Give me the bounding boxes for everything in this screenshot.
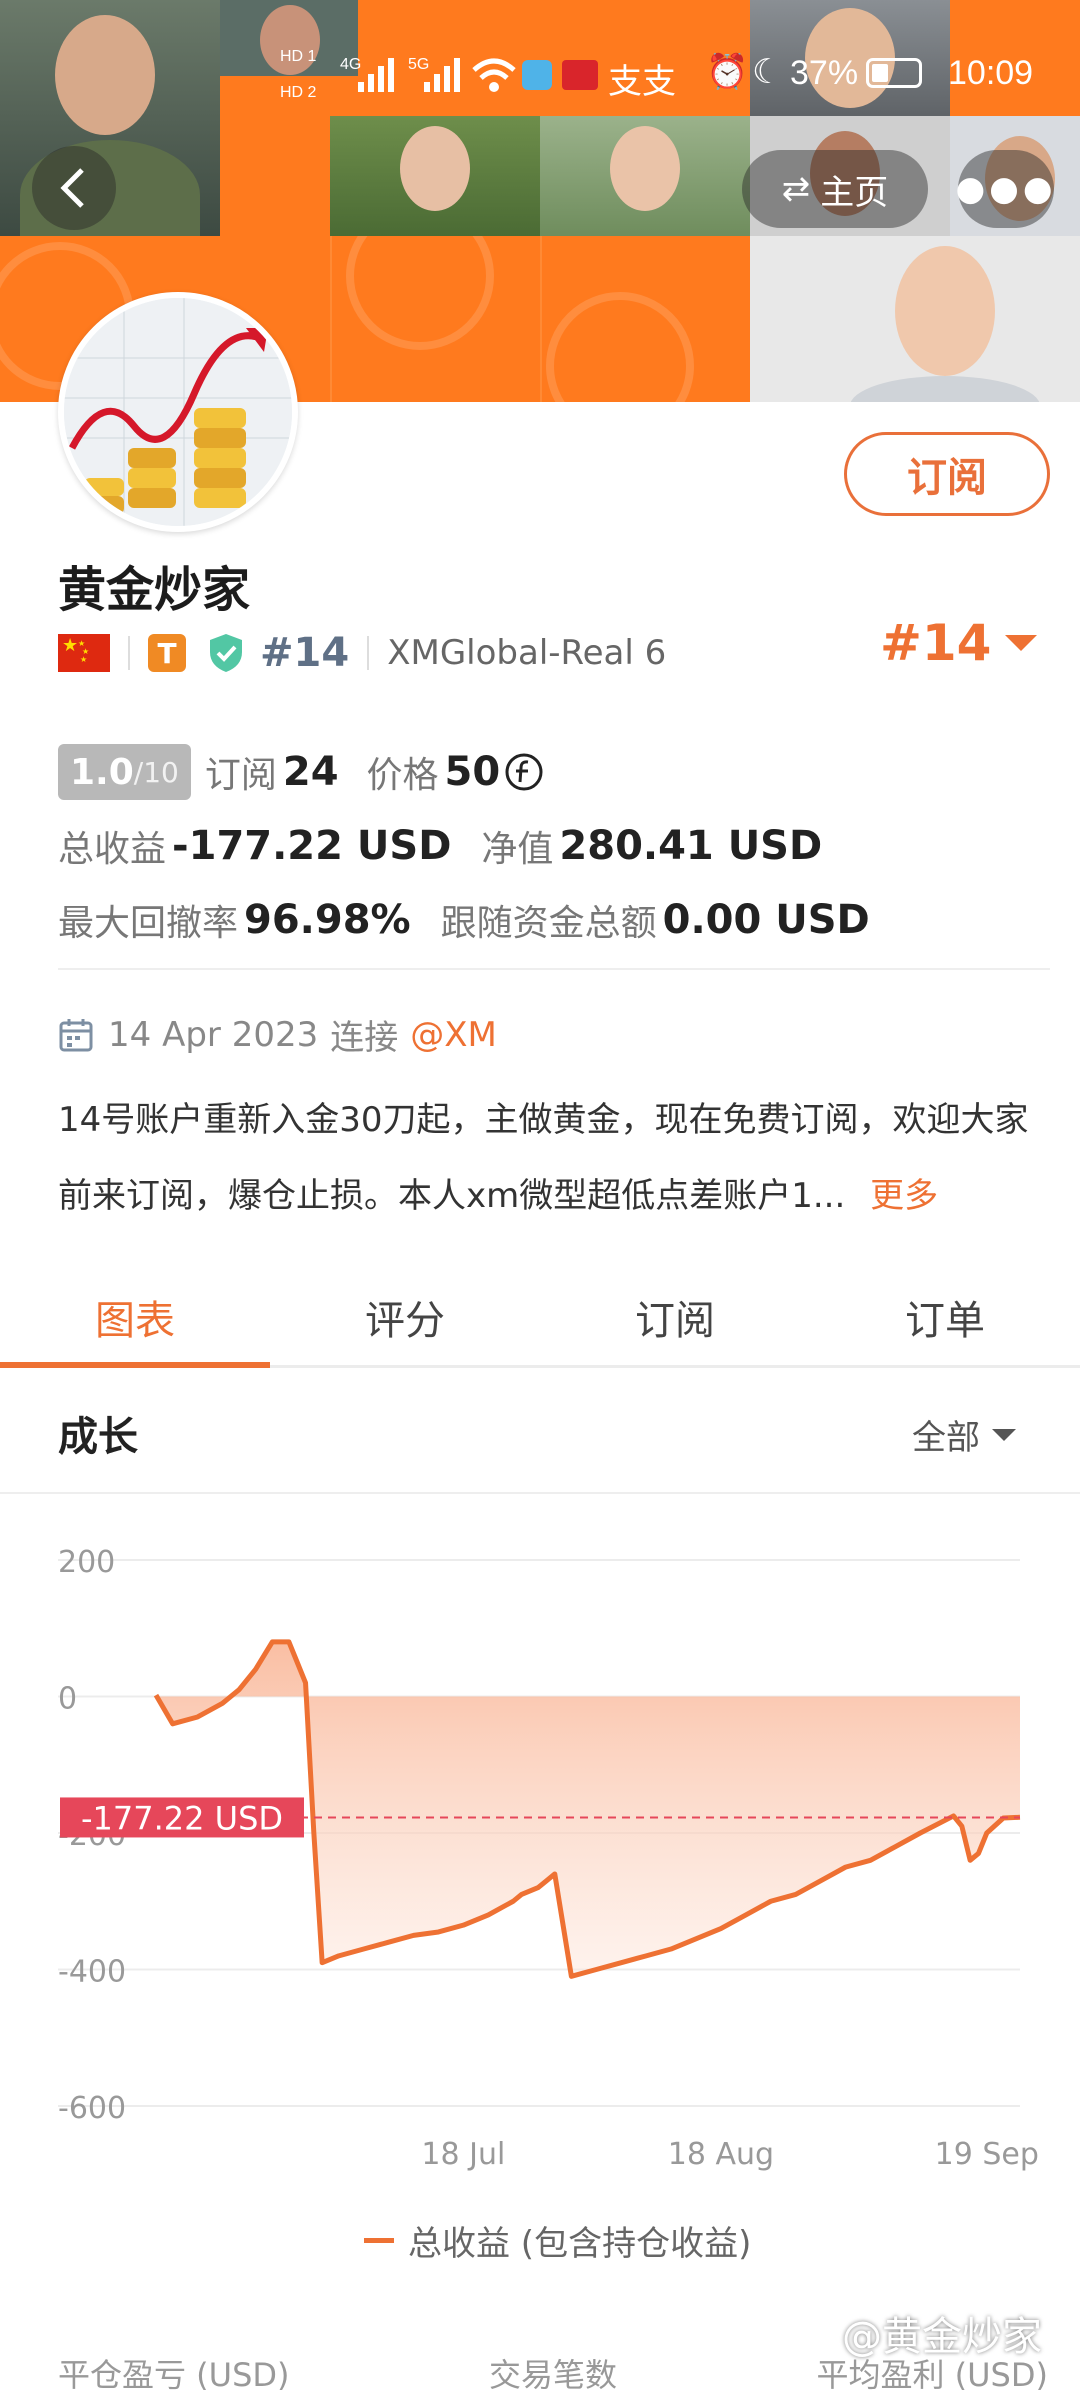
x-tick-label: 18 Jul [421, 2137, 505, 2172]
growth-chart: 2000-200-400-600 18 Jul18 Aug19 Sep -177… [58, 1545, 1039, 2172]
tab-subscriptions[interactable]: 订阅 [540, 1268, 810, 1365]
back-button[interactable] [32, 146, 116, 230]
shield-check-icon [210, 634, 242, 672]
stats-line-1: 1.0 /10 订阅 24 价格 50 [58, 744, 544, 800]
signal-name: 黄金炒家 [58, 562, 251, 618]
divider [367, 636, 370, 670]
more-dots-icon: ●●● [955, 169, 1057, 209]
sim1-label: HD 1 [280, 48, 317, 65]
divider [58, 968, 1050, 970]
total-profit-label: 总收益 [58, 829, 167, 870]
signal-icon [424, 58, 460, 92]
app-notification-icon: ⽀⽀ [608, 63, 676, 101]
battery-icon [866, 58, 922, 88]
china-flag-icon: ★ ★ ★ ★ [58, 634, 110, 672]
tab-rating[interactable]: 评分 [270, 1268, 540, 1365]
stats-line-2: 总收益 -177.22 USD 净值 280.41 USD [58, 820, 822, 872]
follow-funds-value: 0.00 USD [662, 897, 870, 943]
banner-photo [750, 236, 1080, 402]
caret-down-icon [1005, 635, 1038, 651]
tag-row: ★ ★ ★ ★ T #14 XMGlobal-Real 6 [58, 628, 666, 678]
summary-header: 平仓盈亏 (USD) [58, 2356, 290, 2394]
gold-chart-avatar-image [64, 298, 292, 526]
battery-percentage: 37% [790, 54, 859, 92]
score-badge: 1.0 /10 [58, 744, 191, 800]
avatar [58, 292, 298, 532]
range-value: 全部 [912, 1418, 980, 1458]
trader-badge: T [148, 634, 186, 672]
sim2-label: HD 2 [280, 84, 317, 101]
rank-value: #14 [880, 614, 992, 672]
legend-swatch [364, 2238, 394, 2243]
broker-link[interactable]: @XM [410, 1015, 497, 1055]
coin-icon [505, 753, 543, 791]
wifi-icon [472, 58, 516, 92]
y-tick-label: -600 [58, 2091, 126, 2126]
section-title: 成长 [58, 1414, 138, 1460]
score-value: 1.0 [70, 751, 134, 793]
score-max: /10 [133, 755, 179, 789]
equity-label: 净值 [481, 829, 554, 870]
chart-legend: 总收益 (包含持仓收益) [364, 2216, 751, 2265]
home-page-button[interactable]: ⇄ 主页 [742, 150, 928, 228]
tab-orders[interactable]: 订单 [810, 1268, 1080, 1365]
tab-chart[interactable]: 图表 [0, 1268, 270, 1368]
equity-value: 280.41 USD [559, 823, 823, 869]
subscriptions-value: 24 [282, 749, 339, 795]
moon-icon: ☾ [752, 53, 783, 91]
summary-headers: 平仓盈亏 (USD) 交易笔数 平均盈利 (USD) [58, 2350, 1048, 2396]
alarm-icon: ⏰ [706, 53, 749, 91]
status-bar: HD 1 HD 2 4G 5G ⽀⽀ ⏰ ☾ 37% 10:09 [0, 0, 1080, 150]
y-tick-label: -400 [58, 1955, 126, 1990]
x-tick-label: 19 Sep [935, 2137, 1039, 2172]
follow-funds-label: 跟随资金总额 [440, 903, 657, 944]
clock: 10:09 [948, 54, 1034, 92]
more-link[interactable]: 更多 [870, 1176, 938, 1216]
calendar-icon [59, 1018, 93, 1051]
rank-dropdown[interactable]: #14 [880, 614, 1039, 672]
connection-date: 14 Apr 2023 [108, 1014, 319, 1055]
caret-down-icon [992, 1428, 1016, 1441]
total-profit-value: -177.22 USD [172, 823, 452, 869]
subscriptions-label: 订阅 [204, 755, 277, 796]
connection-row: 14 Apr 2023 连接 @XM [58, 1010, 497, 1059]
tab-bar: 图表 评分 订阅 订单 [0, 1268, 1080, 1368]
summary-header: 平均盈利 (USD) [816, 2356, 1048, 2394]
chevron-left-icon [60, 168, 84, 208]
stats-line-3: 最大回撤率 96.98% 跟随资金总额 0.00 USD [58, 894, 870, 946]
x-tick-label: 18 Aug [668, 2137, 774, 2172]
app-notification-icon [522, 60, 552, 90]
rank-label: #14 [260, 630, 350, 676]
subscribe-button[interactable]: 订阅 [844, 432, 1050, 516]
description: 14号账户重新入金30刀起，主做黄金，现在免费订阅，欢迎大家前来订阅，爆仓止损。… [58, 1082, 1048, 1234]
signal-icon [358, 58, 394, 92]
account-server: XMGlobal-Real 6 [387, 633, 667, 673]
y-tick-label: 0 [58, 1682, 77, 1717]
max-drawdown-value: 96.98% [244, 897, 411, 943]
legend-label: 总收益 (包含持仓收益) [408, 2224, 752, 2264]
connection-label: 连接 [330, 1018, 399, 1058]
more-options-button[interactable]: ●●● [955, 150, 1057, 228]
divider [128, 636, 130, 670]
max-drawdown-label: 最大回撤率 [58, 903, 239, 944]
current-value-label: -177.22 USD [81, 1799, 283, 1837]
price-value: 50 [444, 749, 501, 795]
app-notification-icon [562, 60, 598, 90]
swap-icon: ⇄ [781, 169, 811, 209]
y-tick-label: 200 [58, 1545, 115, 1580]
range-dropdown[interactable]: 全部 [912, 1410, 1018, 1459]
home-page-label: 主页 [820, 172, 889, 213]
summary-header: 交易笔数 [488, 2356, 617, 2394]
price-label: 价格 [366, 755, 439, 796]
